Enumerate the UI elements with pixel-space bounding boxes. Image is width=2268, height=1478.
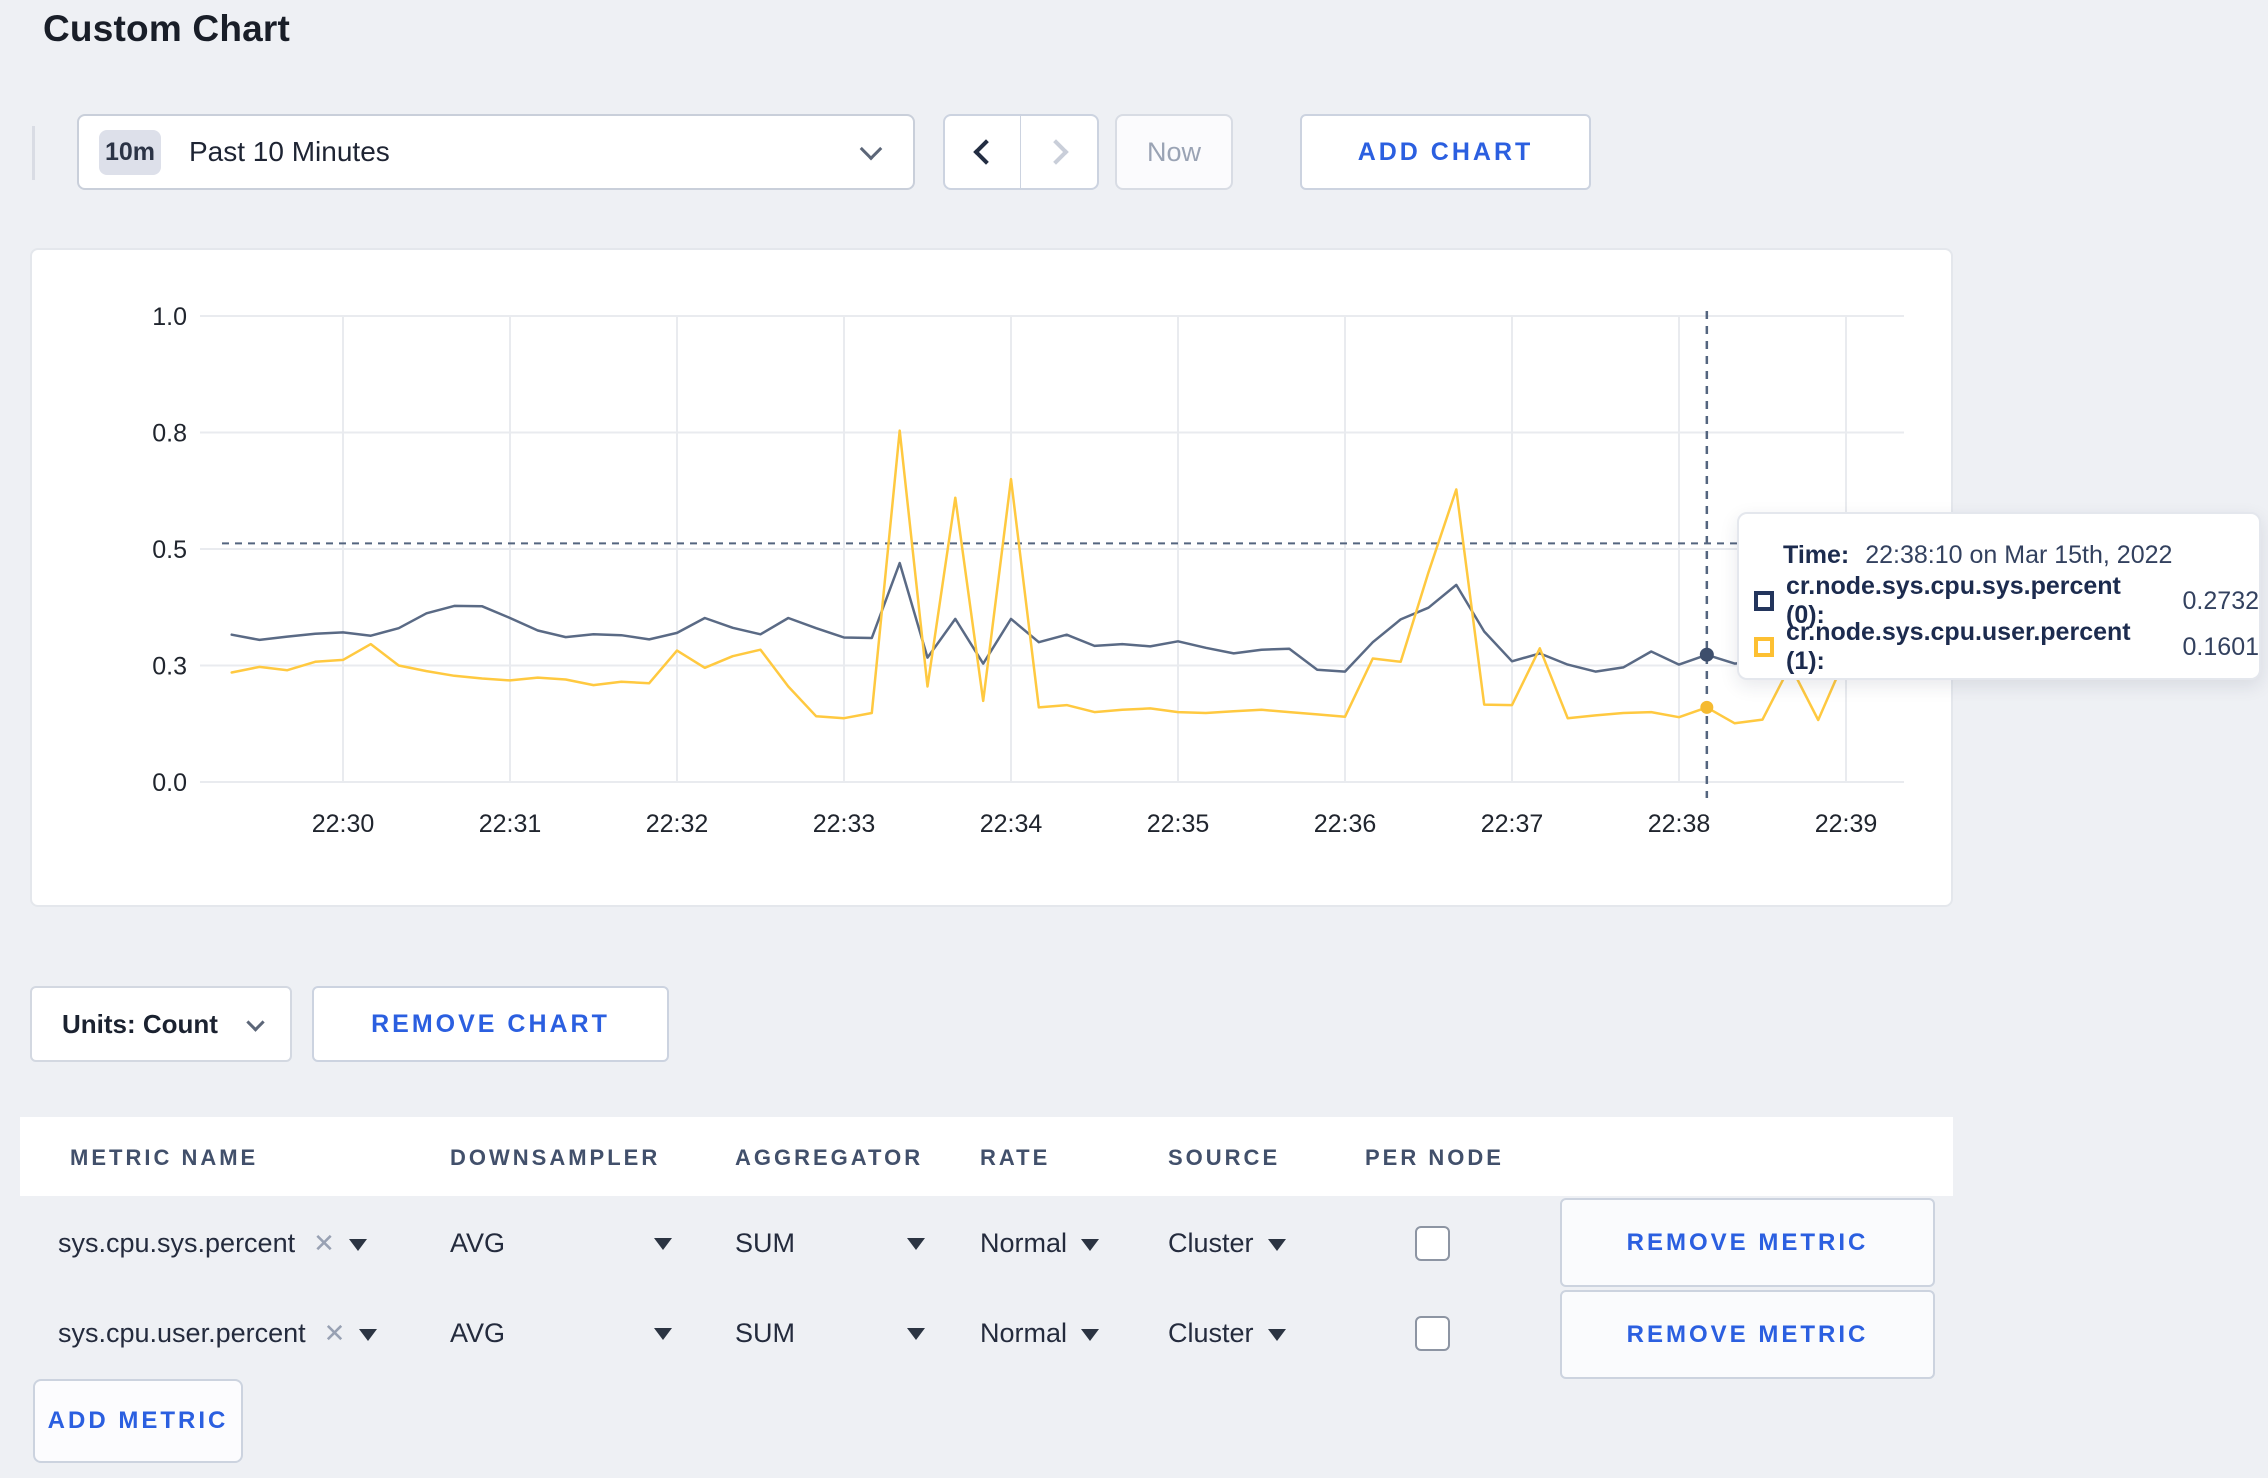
per-node-checkbox[interactable]	[1415, 1226, 1450, 1261]
x-tick-label: 22:32	[646, 810, 709, 838]
time-window-badge: 10m	[99, 129, 161, 175]
clear-metric-icon[interactable]: ✕	[313, 1228, 335, 1258]
y-tick-label: 0.0	[152, 769, 187, 797]
page-title: Custom Chart	[43, 8, 291, 49]
dropdown-arrow-icon[interactable]	[654, 1328, 672, 1340]
chart-hover-tooltip: Time: 22:38:10 on Mar 15th, 2022 cr.node…	[1737, 512, 2261, 680]
x-tick-label: 22:36	[1314, 810, 1377, 838]
dropdown-arrow-icon	[1081, 1238, 1100, 1251]
remove-metric-button[interactable]: REMOVE METRIC	[1560, 1290, 1935, 1379]
per-node-checkbox[interactable]	[1415, 1316, 1450, 1351]
x-tick-label: 22:30	[312, 810, 375, 838]
x-tick-label: 22:37	[1481, 810, 1544, 838]
x-tick-label: 22:31	[479, 810, 542, 838]
aggregator-select[interactable]: SUM	[735, 1228, 795, 1259]
y-tick-label: 1.0	[152, 303, 187, 331]
dropdown-arrow-icon[interactable]	[348, 1238, 367, 1251]
metric-name-dropdown[interactable]: sys.cpu.sys.percent ✕	[58, 1228, 367, 1259]
dropdown-arrow-icon[interactable]	[654, 1238, 672, 1250]
crosshair-dot-sys	[1699, 647, 1714, 662]
crosshair-dot-user	[1700, 700, 1714, 714]
metric-name-dropdown[interactable]: sys.cpu.user.percent ✕	[58, 1318, 378, 1349]
time-prev-button[interactable]	[943, 114, 1021, 190]
source-select[interactable]: Cluster	[1168, 1228, 1286, 1259]
dropdown-arrow-icon	[1081, 1328, 1100, 1341]
col-header-per-node: PER NODE	[1365, 1145, 1504, 1170]
chevron-down-icon	[859, 137, 883, 161]
x-tick-label: 22:35	[1147, 810, 1210, 838]
add-chart-button[interactable]: ADD CHART	[1300, 114, 1591, 190]
x-tick-label: 22:38	[1648, 810, 1711, 838]
x-tick-label: 22:39	[1815, 810, 1878, 838]
col-header-metric-name: METRIC NAME	[70, 1145, 259, 1170]
col-header-rate: RATE	[980, 1145, 1051, 1170]
units-label: Units: Count	[62, 1008, 218, 1039]
dropdown-arrow-icon	[1267, 1238, 1286, 1251]
tooltip-time-label: Time:	[1783, 540, 1850, 569]
chart-card: 0.0 0.3 0.5 0.8 1.0 22:30 22:31 22:32 22:33 22:34…	[30, 248, 1953, 907]
time-range-dropdown[interactable]: 10m Past 10 Minutes	[77, 114, 915, 190]
remove-chart-button[interactable]: REMOVE CHART	[312, 986, 669, 1062]
dropdown-arrow-icon[interactable]	[359, 1328, 378, 1341]
x-tick-label: 22:34	[980, 810, 1043, 838]
chevron-down-icon	[246, 1012, 265, 1032]
series-swatch-sys-icon	[1754, 591, 1774, 611]
downsampler-select[interactable]: AVG	[450, 1228, 505, 1259]
chevron-left-icon	[972, 139, 999, 165]
y-tick-label: 0.5	[152, 536, 187, 564]
time-window-label: Past 10 Minutes	[189, 136, 390, 167]
series-swatch-user-icon	[1754, 637, 1774, 657]
toolbar-divider	[32, 126, 35, 180]
tooltip-time-value: 22:38:10 on Mar 15th, 2022	[1865, 540, 2173, 569]
downsampler-select[interactable]: AVG	[450, 1318, 505, 1349]
source-select[interactable]: Cluster	[1168, 1318, 1286, 1349]
remove-metric-button[interactable]: REMOVE METRIC	[1560, 1198, 1935, 1287]
rate-select[interactable]: Normal	[980, 1228, 1100, 1259]
col-header-downsampler: DOWNSAMPLER	[450, 1145, 661, 1170]
dropdown-arrow-icon[interactable]	[907, 1238, 925, 1250]
tooltip-series-sys-value: 0.2732	[2182, 586, 2259, 615]
aggregator-select[interactable]: SUM	[735, 1318, 795, 1349]
add-metric-button[interactable]: ADD METRIC	[33, 1379, 243, 1463]
y-tick-label: 0.3	[152, 653, 187, 681]
dropdown-arrow-icon	[1267, 1328, 1286, 1341]
time-next-button[interactable]	[1020, 114, 1099, 190]
chevron-right-icon	[1043, 139, 1069, 165]
series-line-sys	[230, 561, 1848, 673]
chart-svg[interactable]: 0.0 0.3 0.5 0.8 1.0 22:30 22:31 22:32 22:33 22:34…	[32, 250, 1955, 909]
rate-select[interactable]: Normal	[980, 1318, 1100, 1349]
y-tick-label: 0.8	[152, 420, 187, 448]
tooltip-series-user-label: cr.node.sys.cpu.user.percent (1):	[1786, 618, 2131, 675]
now-button[interactable]: Now	[1115, 114, 1233, 190]
col-header-source: SOURCE	[1168, 1145, 1281, 1170]
dropdown-arrow-icon[interactable]	[907, 1328, 925, 1340]
units-dropdown[interactable]: Units: Count	[30, 986, 292, 1062]
x-tick-label: 22:33	[813, 810, 876, 838]
col-header-aggregator: AGGREGATOR	[735, 1145, 924, 1170]
clear-metric-icon[interactable]: ✕	[324, 1318, 346, 1348]
tooltip-series-user-value: 0.1601	[2182, 632, 2259, 661]
series-line-user	[230, 429, 1848, 725]
